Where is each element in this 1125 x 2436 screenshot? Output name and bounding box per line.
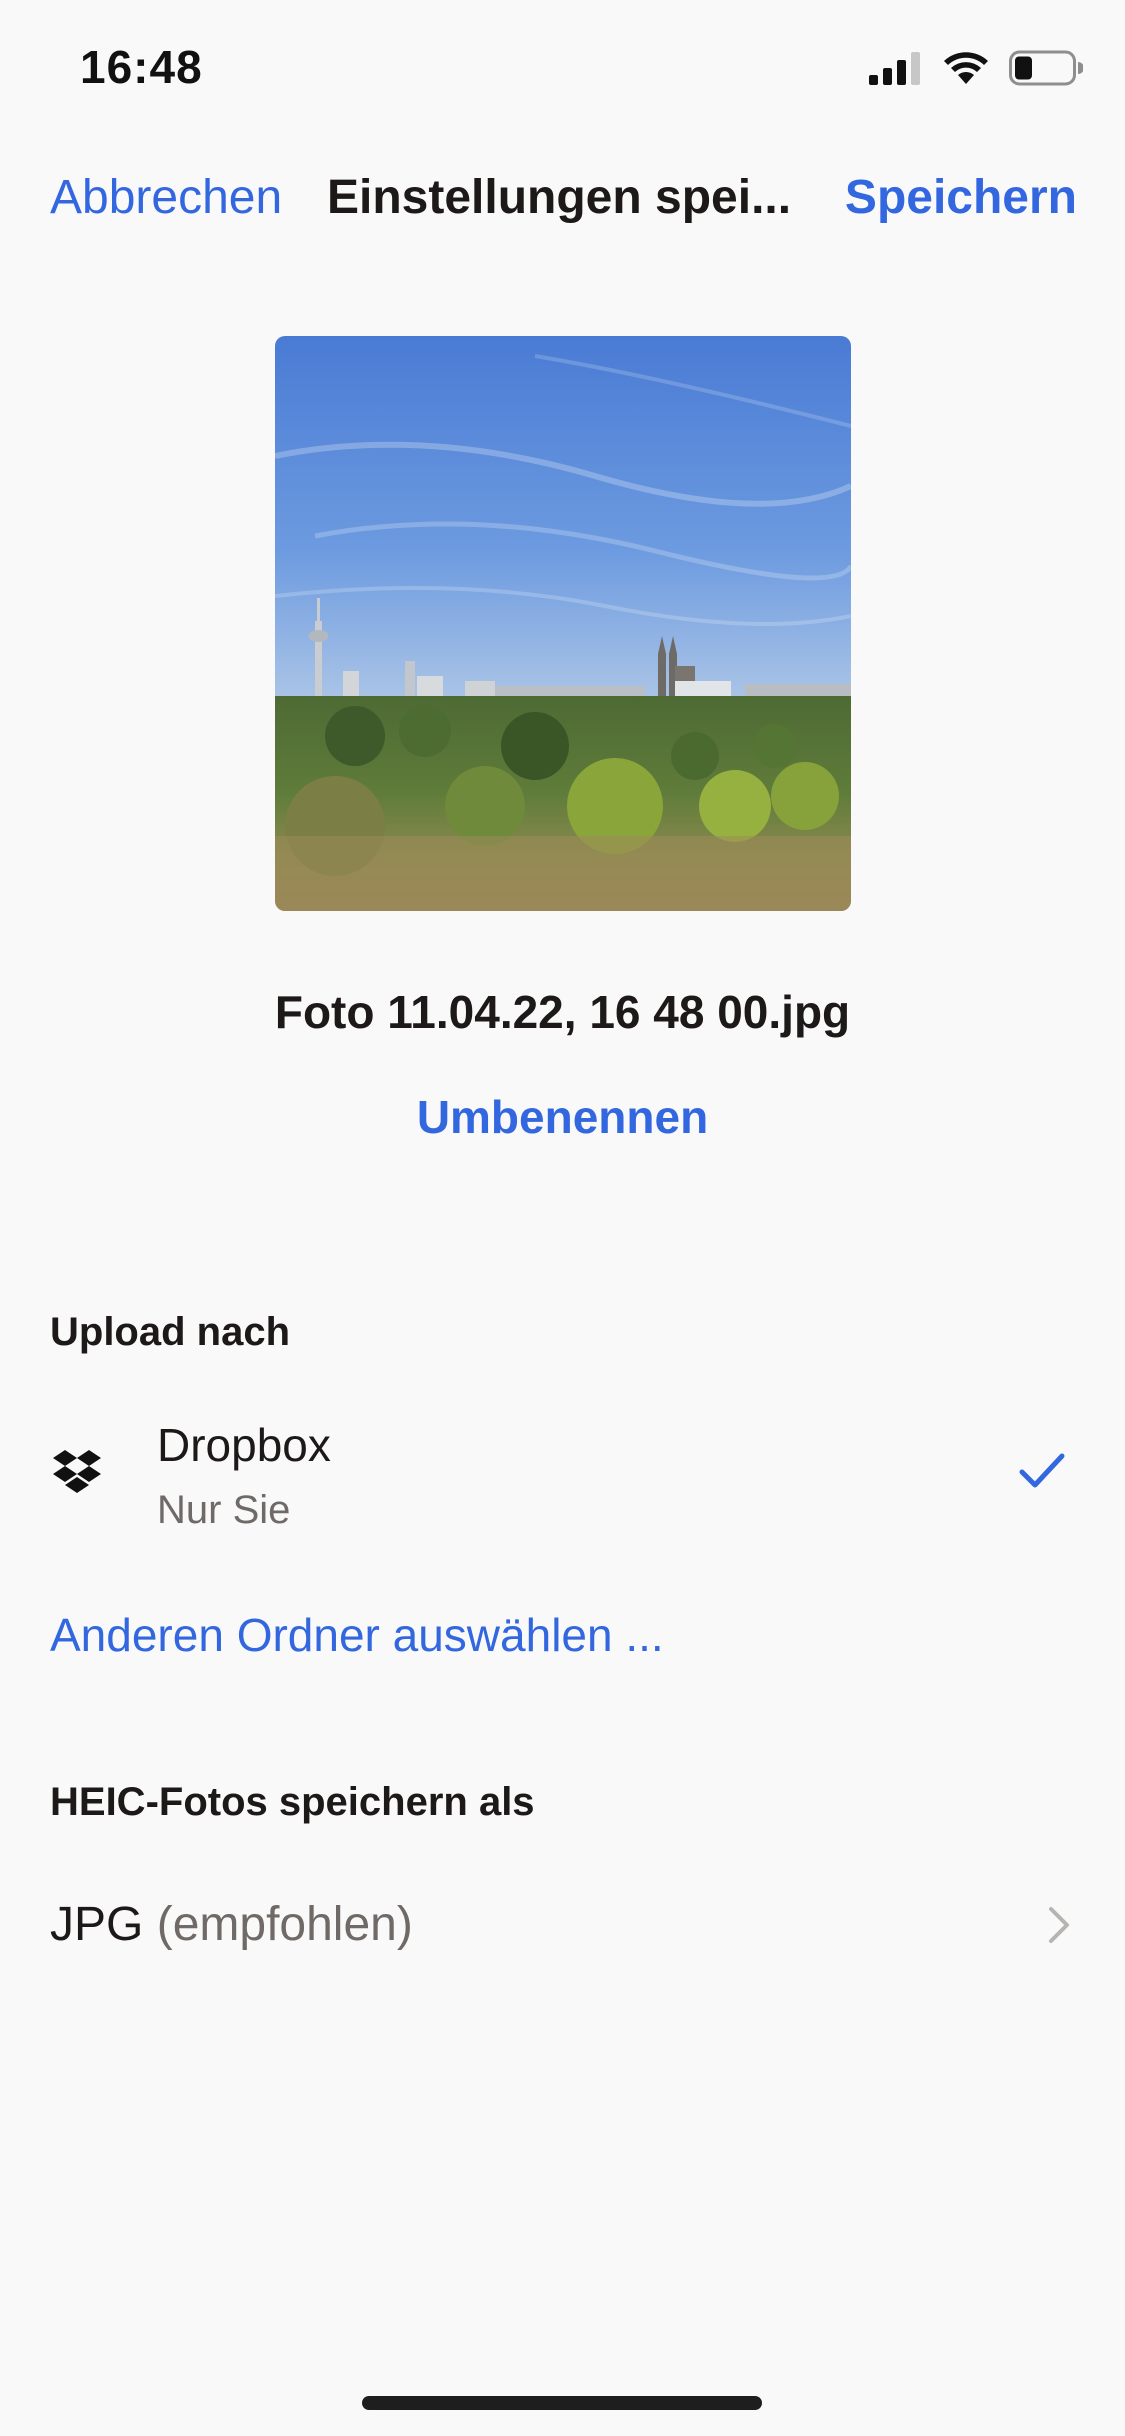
upload-section-heading: Upload nach xyxy=(50,1310,291,1354)
photo-thumbnail xyxy=(275,336,851,911)
file-name: Foto 11.04.22, 16 48 00.jpg xyxy=(274,986,851,1038)
dropbox-icon xyxy=(53,1450,101,1493)
format-value-label: JPG xyxy=(50,1898,144,1951)
choose-other-folder-link[interactable]: Anderen Ordner auswählen ... xyxy=(50,1608,664,1662)
signal-icon xyxy=(869,52,920,85)
page-title: Einstellungen spei... xyxy=(327,171,792,224)
battery-icon xyxy=(1009,50,1083,86)
status-icons xyxy=(869,50,1083,86)
heic-format-selector[interactable]: JPG (empfohlen) xyxy=(0,1885,1125,1985)
status-time: 16:48 xyxy=(80,41,203,93)
screen: 16:48 Abbrechen Einstellungen spei... Sp… xyxy=(0,0,1125,2436)
format-value: JPG (empfohlen) xyxy=(50,1897,413,1952)
wifi-icon xyxy=(944,52,988,84)
destination-subtitle: Nur Sie xyxy=(157,1488,291,1532)
destination-title: Dropbox xyxy=(157,1419,331,1471)
save-button[interactable]: Speichern xyxy=(845,170,1077,225)
home-indicator[interactable] xyxy=(362,2396,762,2410)
heic-section-heading: HEIC-Fotos speichern als xyxy=(50,1780,535,1824)
chevron-right-icon xyxy=(1049,1907,1069,1943)
checkmark-icon xyxy=(1019,1453,1065,1488)
rename-button[interactable]: Umbenennen xyxy=(0,1090,1125,1144)
nav-bar: Abbrechen Einstellungen spei... Speicher… xyxy=(0,150,1125,250)
cancel-button[interactable]: Abbrechen xyxy=(50,170,282,225)
upload-destination-dropbox[interactable]: Dropbox Nur Sie xyxy=(0,1400,1125,1550)
status-bar: 16:48 xyxy=(0,0,1125,135)
format-hint: (empfohlen) xyxy=(156,1898,413,1951)
